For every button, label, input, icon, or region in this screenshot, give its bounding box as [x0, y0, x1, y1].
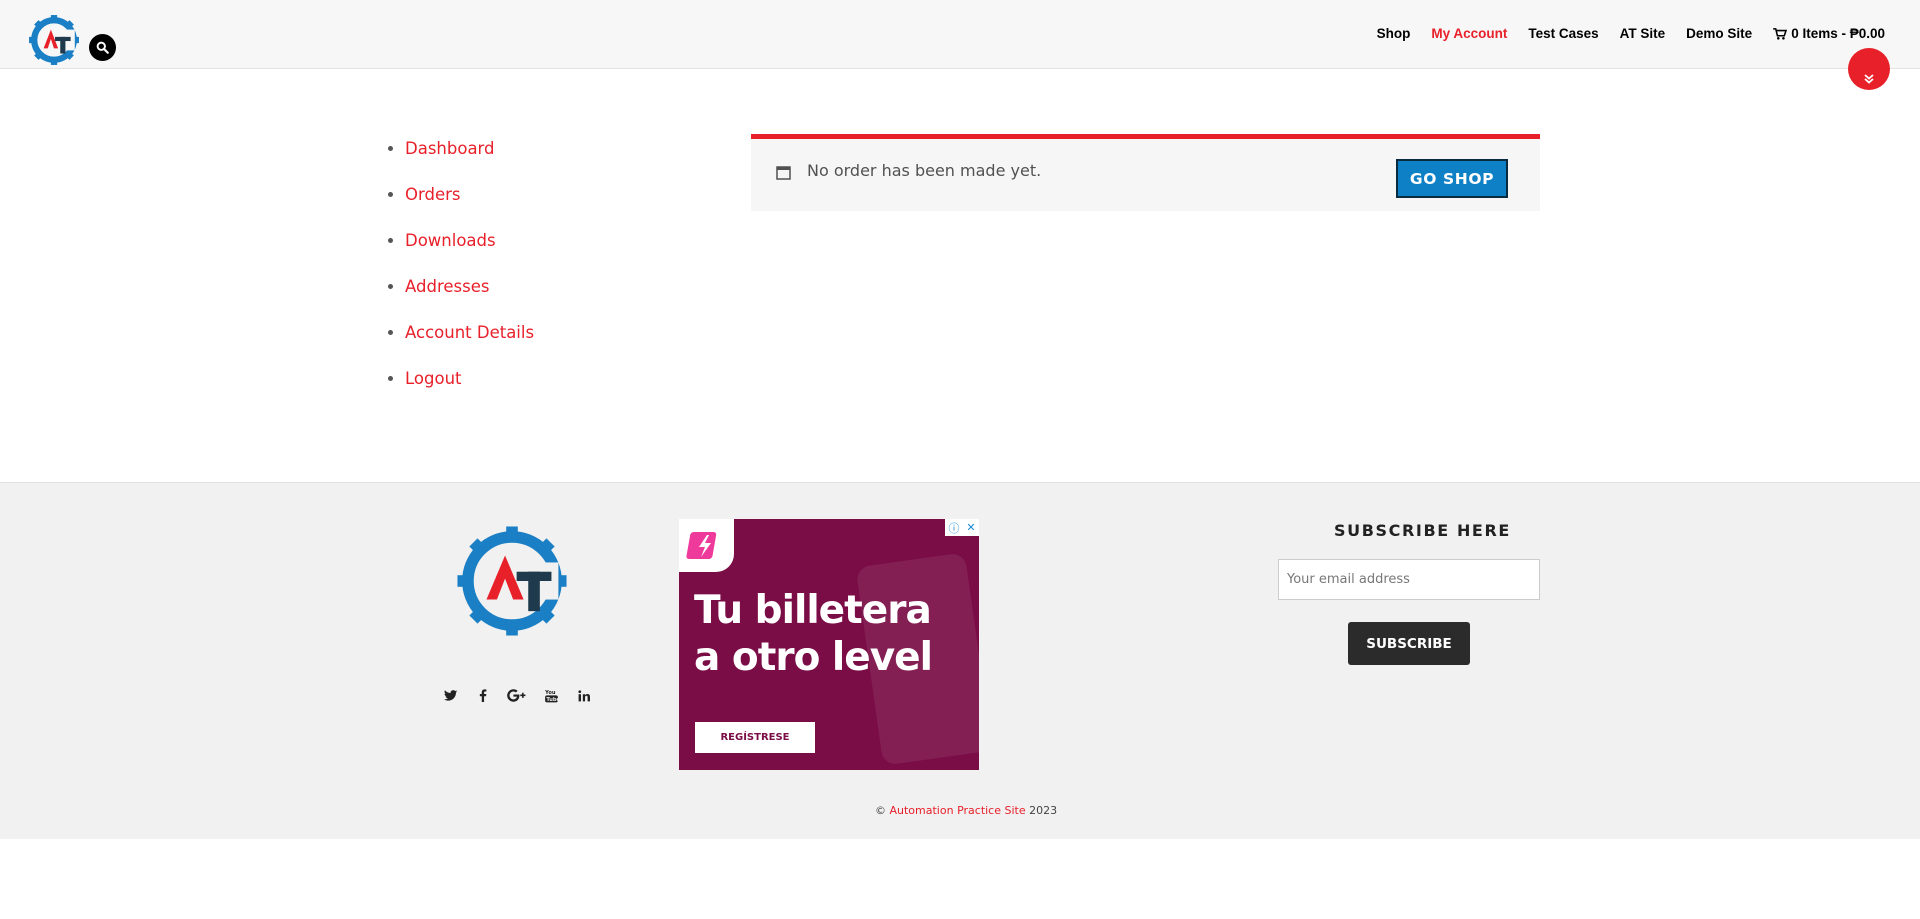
- email-field[interactable]: [1278, 559, 1540, 600]
- copyright-text: © Automation Practice Site 2023: [875, 804, 1057, 817]
- site-header: Shop My Account Test Cases AT Site Demo …: [0, 0, 1920, 69]
- account-nav-orders[interactable]: Orders: [405, 185, 461, 204]
- copyright-symbol: ©: [875, 804, 886, 817]
- account-nav-account-details[interactable]: Account Details: [405, 323, 534, 342]
- orders-notice: No order has been made yet. GO SHOP: [751, 134, 1540, 211]
- cart-summary: 0 Items - ₱0.00: [1791, 26, 1885, 41]
- ad-brand-corner: [679, 519, 734, 572]
- linkedin-icon[interactable]: [576, 688, 591, 703]
- google-plus-icon[interactable]: [507, 688, 527, 703]
- account-nav-logout[interactable]: Logout: [405, 369, 462, 388]
- nav-demo-site[interactable]: Demo Site: [1686, 26, 1752, 41]
- go-shop-button[interactable]: GO SHOP: [1396, 159, 1508, 198]
- account-nav-item: Addresses: [405, 273, 534, 319]
- facebook-icon[interactable]: [475, 688, 490, 703]
- ad-register-button[interactable]: REGÍSTRESE: [695, 722, 815, 753]
- nav-at-site[interactable]: AT Site: [1620, 26, 1666, 41]
- ad-choices[interactable]: ⓘ ✕: [945, 519, 979, 536]
- search-button[interactable]: [89, 34, 116, 61]
- youtube-icon[interactable]: YouTube: [544, 688, 559, 703]
- copyright-year: 2023: [1029, 804, 1058, 817]
- window-icon: [776, 166, 791, 180]
- ad-headline: Tu billetera a otro level: [694, 587, 933, 681]
- account-nav-item: Account Details: [405, 319, 534, 365]
- ad-info-icon[interactable]: ⓘ: [948, 520, 959, 536]
- footer-logo[interactable]: [454, 519, 570, 643]
- ad-headline-line1: Tu billetera: [694, 588, 932, 633]
- account-nav-item: Orders: [405, 181, 534, 227]
- ad-close-icon[interactable]: ✕: [966, 521, 975, 534]
- search-icon: [96, 41, 109, 54]
- nav-shop[interactable]: Shop: [1377, 26, 1411, 41]
- lightning-bolt-icon: [686, 532, 717, 559]
- nav-cart[interactable]: 0 Items - ₱0.00: [1773, 26, 1885, 41]
- main-nav: Shop My Account Test Cases AT Site Demo …: [1377, 26, 1885, 41]
- account-navigation: Dashboard Orders Downloads Addresses Acc…: [386, 135, 534, 411]
- account-nav-downloads[interactable]: Downloads: [405, 231, 496, 250]
- notice-message: No order has been made yet.: [807, 161, 1042, 180]
- site-logo[interactable]: [28, 14, 80, 66]
- svg-text:Tube: Tube: [546, 697, 558, 703]
- subscribe-button[interactable]: SUBSCRIBE: [1348, 622, 1470, 665]
- nav-my-account[interactable]: My Account: [1431, 26, 1507, 41]
- scroll-toggle-button[interactable]: [1848, 48, 1890, 90]
- chevron-double-down-icon: [1864, 74, 1874, 84]
- ad-headline-line2: a otro level: [694, 635, 933, 680]
- social-links: YouTube: [443, 688, 591, 703]
- subscribe-title: SUBSCRIBE HERE: [1334, 521, 1511, 540]
- advertisement-banner[interactable]: ⓘ ✕ Tu billetera a otro level REGÍSTRESE: [679, 519, 979, 770]
- nav-test-cases[interactable]: Test Cases: [1528, 26, 1598, 41]
- account-nav-item: Downloads: [405, 227, 534, 273]
- site-footer: YouTube ⓘ ✕ Tu billetera a otro level RE…: [0, 482, 1920, 839]
- account-nav-addresses[interactable]: Addresses: [405, 277, 489, 296]
- twitter-icon[interactable]: [443, 688, 458, 703]
- account-nav-item: Dashboard: [405, 135, 534, 181]
- cart-icon: [1773, 27, 1788, 40]
- account-nav-dashboard[interactable]: Dashboard: [405, 139, 495, 158]
- svg-text:You: You: [545, 690, 556, 696]
- account-nav-item: Logout: [405, 365, 534, 411]
- copyright-site-link[interactable]: Automation Practice Site: [890, 804, 1026, 817]
